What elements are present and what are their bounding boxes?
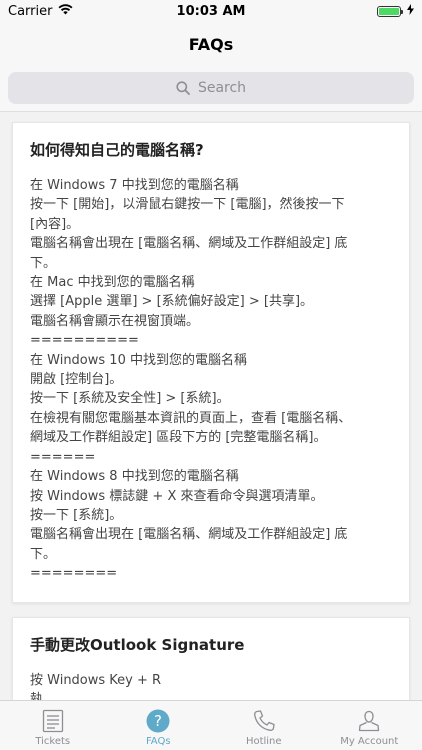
search-icon	[176, 81, 190, 95]
faq-line: 按一下 [開始]，以滑鼠右鍵按一下 [電腦]，然後按一下	[30, 197, 345, 213]
faq-line: ======	[30, 449, 96, 465]
status-right	[377, 3, 414, 19]
faq-line: ========	[30, 566, 118, 582]
tab-faqs[interactable]: ? FAQs	[106, 701, 212, 750]
faq-line: ==========	[30, 333, 139, 349]
faq-line: 選擇 [Apple 選單] > [系統偏好設定] > [共享]。	[30, 294, 314, 310]
battery-level	[379, 7, 399, 15]
tab-label: Tickets	[35, 736, 71, 747]
faq-line: 網域及工作群組設定] 區段下方的 [完整電腦名稱]。	[30, 430, 327, 446]
tab-hotline[interactable]: Hotline	[211, 701, 317, 750]
tab-label: FAQs	[145, 736, 171, 747]
faq-line: 按一下 [系統及安全性] > [系統]。	[30, 391, 230, 407]
faq-title: 手動更改Outlook Signature	[30, 635, 245, 654]
search-placeholder: Search	[197, 80, 247, 96]
faq-line: 在 Mac 中找到您的電腦名稱	[30, 275, 195, 291]
question-icon: ?	[146, 709, 170, 733]
person-icon	[357, 709, 381, 733]
faq-line: 下。	[30, 255, 57, 271]
faq-line: 電腦名稱會出現在 [電腦名稱、網域及工作群組設定] 底	[30, 527, 348, 543]
faq-line: [內容]。	[30, 216, 80, 232]
faq-card[interactable]: 手動更改Outlook Signature 按 Windows Key + R …	[12, 616, 410, 700]
faq-line: 在 Windows 8 中找到您的電腦名稱	[30, 469, 239, 485]
faq-line: 開啟 [控制台]。	[30, 372, 123, 388]
search-bar: Search	[0, 66, 422, 112]
faq-card[interactable]: 如何得知自己的電腦名稱? 在 Windows 7 中找到您的電腦名稱 按一下 […	[12, 122, 410, 603]
faq-line: 按 Windows Key + R	[30, 672, 162, 688]
phone-icon	[252, 709, 276, 733]
faq-line: 下。	[30, 546, 57, 562]
faq-line: 在 Windows 7 中找到您的電腦名稱	[30, 178, 239, 193]
faq-line: 在檢視有關您電腦基本資訊的頁面上，查看 [電腦名稱、	[30, 410, 352, 426]
faq-body: 按 Windows Key + R 執	[30, 671, 392, 700]
faq-line: 在 Windows 10 中找到您的電腦名稱	[30, 352, 247, 368]
faq-list[interactable]: 如何得知自己的電腦名稱? 在 Windows 7 中找到您的電腦名稱 按一下 […	[0, 112, 422, 700]
tab-bar: Tickets ? FAQs Hotline My Account	[0, 700, 422, 750]
status-bar: Carrier 10:03 AM	[0, 0, 422, 22]
nav-bar: FAQs	[0, 22, 422, 66]
faq-line: 電腦名稱會顯示在視窗頂端。	[30, 313, 200, 329]
tab-tickets[interactable]: Tickets	[0, 701, 106, 750]
search-input[interactable]: Search	[8, 72, 414, 104]
list-icon	[41, 709, 65, 733]
wifi-icon	[58, 3, 73, 19]
charging-icon	[407, 3, 414, 19]
status-left: Carrier	[8, 4, 73, 19]
faq-line: 按一下 [系統]。	[30, 507, 123, 523]
page-title: FAQs	[188, 34, 234, 54]
faq-line: 按 Windows 標誌鍵 + X 來查看命令與選項清單。	[30, 488, 324, 504]
tab-my-account[interactable]: My Account	[317, 701, 422, 750]
tab-label: My Account	[340, 736, 399, 747]
carrier-label: Carrier	[8, 3, 53, 19]
tab-label: Hotline	[245, 736, 282, 747]
battery-icon	[377, 5, 403, 17]
faq-title: 如何得知自己的電腦名稱?	[30, 141, 204, 159]
svg-text:?: ?	[154, 712, 162, 730]
faq-line: 電腦名稱會出現在 [電腦名稱、網域及工作群組設定] 底	[30, 236, 348, 252]
faq-body: 在 Windows 7 中找到您的電腦名稱 按一下 [開始]，以滑鼠右鍵按一下 …	[30, 176, 392, 584]
faq-line: 執	[30, 691, 44, 700]
